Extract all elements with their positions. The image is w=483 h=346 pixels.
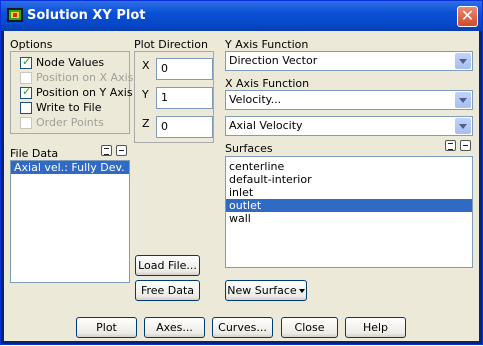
new-surface-label: New Surface (227, 284, 297, 297)
list-item[interactable]: wall (226, 212, 472, 225)
y-axis-function-select[interactable]: Direction Vector (225, 51, 473, 71)
checkbox-box (20, 101, 32, 114)
select-all-icon[interactable] (445, 140, 456, 151)
help-button[interactable]: Help (345, 317, 406, 338)
x-label: X (142, 59, 150, 72)
checkbox-box: ✓ (20, 84, 32, 99)
y-label: Y (142, 88, 149, 101)
node-values-checkbox[interactable]: ✓ Node Values (20, 54, 105, 69)
x-axis-subfunction-select[interactable]: Axial Velocity (225, 116, 473, 136)
position-on-x-axis-checkbox: Position on X Axis (20, 71, 133, 84)
y-axis-function-value: Direction Vector (229, 54, 318, 67)
z-label: Z (142, 117, 150, 130)
position-on-y-axis-label: Position on Y Axis (36, 86, 133, 99)
chevron-down-icon[interactable] (455, 53, 471, 69)
list-item[interactable]: Axial vel.: Fully Dev. (11, 161, 129, 174)
caret-down-icon (298, 289, 305, 293)
dialog-body: Options ✓ Node Values Position on X Axis… (4, 31, 479, 341)
list-item[interactable]: default-interior (226, 173, 472, 186)
close-icon[interactable]: ✕ (457, 6, 478, 27)
file-data-label: File Data (10, 147, 59, 160)
new-surface-button[interactable]: New Surface (225, 280, 307, 301)
x-axis-function-select[interactable]: Velocity... (225, 90, 473, 110)
plot-direction-group: X 0 Y 1 Z 0 (134, 51, 214, 143)
window-title: Solution XY Plot (27, 8, 146, 23)
chevron-down-icon[interactable] (455, 92, 471, 108)
position-on-x-axis-label: Position on X Axis (36, 71, 134, 84)
file-data-list[interactable]: Axial vel.: Fully Dev. (10, 160, 130, 283)
load-file-button[interactable]: Load File... (135, 255, 200, 276)
checkbox-box (20, 71, 32, 84)
y-direction-input[interactable]: 1 (156, 87, 213, 109)
surfaces-label: Surfaces (225, 142, 273, 155)
list-item[interactable]: outlet (226, 199, 472, 212)
free-data-button[interactable]: Free Data (135, 280, 200, 301)
close-button[interactable]: Close (281, 317, 338, 338)
y-axis-function-label: Y Axis Function (225, 38, 309, 51)
x-axis-function-value: Velocity... (229, 93, 282, 106)
order-points-checkbox: Order Points (20, 116, 104, 129)
curves-button[interactable]: Curves... (212, 317, 273, 338)
list-item[interactable]: centerline (226, 160, 472, 173)
surfaces-list[interactable]: centerline default-interior inlet outlet… (225, 156, 473, 268)
options-group: ✓ Node Values Position on X Axis ✓ Posit… (10, 51, 133, 134)
solution-xy-plot-window: Solution XY Plot ✕ Options ✓ Node Values… (0, 0, 483, 345)
write-to-file-label: Write to File (36, 101, 102, 114)
deselect-all-icon[interactable] (116, 145, 127, 156)
title-bar[interactable]: Solution XY Plot ✕ (1, 1, 482, 31)
x-axis-function-label: X Axis Function (225, 77, 310, 90)
order-points-label: Order Points (36, 116, 104, 129)
options-label: Options (10, 38, 53, 51)
position-on-y-axis-checkbox[interactable]: ✓ Position on Y Axis (20, 84, 133, 99)
node-values-label: Node Values (36, 56, 105, 69)
list-item[interactable]: inlet (226, 186, 472, 199)
z-direction-input[interactable]: 0 (156, 116, 213, 138)
chevron-down-icon[interactable] (455, 118, 471, 134)
plot-button[interactable]: Plot (76, 317, 137, 338)
select-all-icon[interactable] (101, 145, 112, 156)
deselect-all-icon[interactable] (460, 140, 471, 151)
x-axis-subfunction-value: Axial Velocity (229, 119, 303, 132)
checkbox-box: ✓ (20, 54, 32, 69)
app-icon (7, 8, 23, 22)
write-to-file-checkbox[interactable]: Write to File (20, 101, 101, 114)
x-direction-input[interactable]: 0 (156, 58, 213, 80)
axes-button[interactable]: Axes... (144, 317, 205, 338)
plot-direction-label: Plot Direction (134, 38, 208, 51)
checkbox-box (20, 116, 32, 129)
